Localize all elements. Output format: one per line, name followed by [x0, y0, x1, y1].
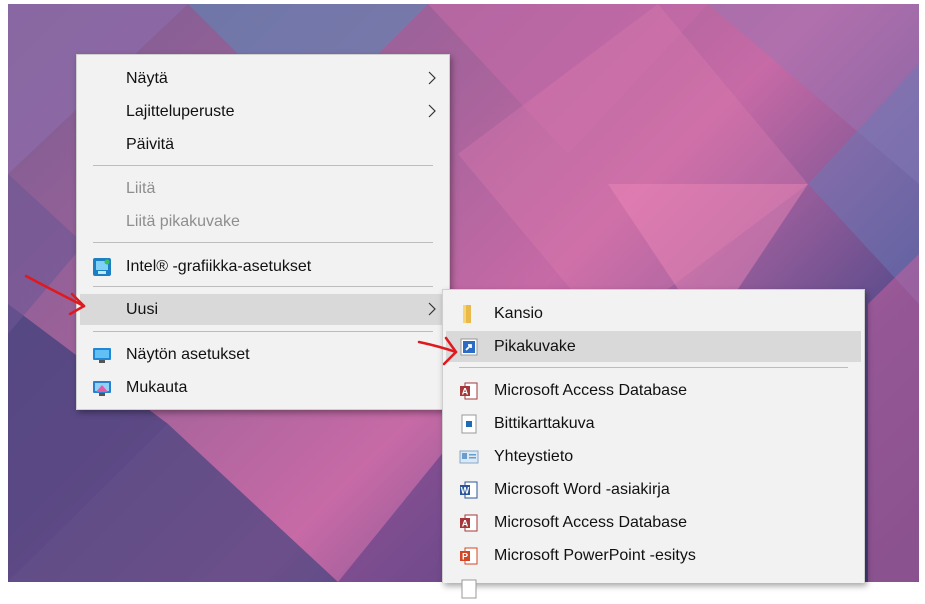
red-annotation-arrow-icon [24, 274, 86, 316]
menu-item-label: Liitä pikakuvake [126, 213, 240, 230]
submenu-item-folder[interactable]: Kansio [446, 298, 861, 329]
contact-icon [459, 450, 479, 464]
menu-item-new[interactable]: Uusi [80, 294, 446, 325]
menu-item-sort-by[interactable]: Lajitteluperuste [80, 96, 446, 127]
menu-separator [93, 165, 433, 166]
menu-separator [93, 242, 433, 243]
submenu-item-label: Kansio [494, 305, 543, 322]
personalize-icon [93, 381, 111, 396]
submenu-item-label: Microsoft Word -asiakirja [494, 481, 670, 498]
powerpoint-presentation-icon: P [460, 547, 478, 565]
submenu-item-label: Microsoft PowerPoint -esitys [494, 547, 696, 564]
menu-item-label: Liitä [126, 180, 156, 197]
submenu-item-label: Microsoft Access Database [494, 514, 687, 531]
submenu-item-access-database[interactable]: A Microsoft Access Database [446, 507, 861, 538]
submenu-item-label: Microsoft Access Database [494, 382, 687, 399]
display-settings-icon [93, 348, 111, 363]
svg-text:P: P [462, 552, 468, 562]
submenu-item-access-database[interactable]: A Microsoft Access Database [446, 375, 861, 406]
submenu-item-bitmap-image[interactable]: Bittikarttakuva [446, 408, 861, 439]
menu-separator [93, 286, 433, 287]
submenu-item-word-document[interactable]: W Microsoft Word -asiakirja [446, 474, 861, 505]
menu-item-paste[interactable]: Liitä [80, 173, 446, 204]
menu-item-label: Uusi [126, 301, 159, 318]
menu-item-label: Lajitteluperuste [126, 103, 235, 120]
submenu-item-shortcut[interactable]: Pikakuvake [446, 331, 861, 362]
folder-icon [463, 305, 471, 323]
submenu-item-contact[interactable]: Yhteystieto [446, 441, 861, 472]
submenu-item-label: Bittikarttakuva [494, 415, 595, 432]
submenu-item-label: Pikakuvake [494, 338, 576, 355]
menu-item-label: Intel® -grafiikka-asetukset [126, 258, 312, 275]
access-database-icon: A [460, 514, 478, 532]
menu-item-label: Näytä [126, 70, 168, 87]
menu-item-view[interactable]: Näytä [80, 63, 446, 94]
word-document-icon: W [460, 481, 478, 499]
svg-text:A: A [462, 387, 469, 397]
submenu-item-powerpoint-presentation[interactable]: P Microsoft PowerPoint -esitys [446, 540, 861, 571]
document-icon [461, 579, 477, 599]
submenu-item-label: Yhteystieto [494, 448, 574, 465]
chevron-right-icon [428, 302, 436, 316]
chevron-right-icon [428, 104, 436, 118]
shortcut-icon [460, 338, 478, 356]
menu-separator [93, 331, 433, 332]
bitmap-image-icon [461, 414, 477, 434]
red-annotation-arrow-icon [417, 336, 458, 366]
svg-text:A: A [462, 519, 469, 529]
submenu-item-partial[interactable] [446, 573, 861, 604]
menu-item-label: Mukauta [126, 379, 188, 396]
menu-separator [459, 367, 848, 368]
menu-item-paste-shortcut[interactable]: Liitä pikakuvake [80, 206, 446, 237]
menu-item-personalize[interactable]: Mukauta [80, 372, 446, 403]
menu-item-label: Päivitä [126, 136, 175, 153]
svg-text:W: W [461, 486, 470, 496]
menu-item-intel-graphics-settings[interactable]: Intel® -grafiikka-asetukset [80, 251, 446, 282]
access-database-icon: A [460, 382, 478, 400]
menu-item-label: Näytön asetukset [126, 346, 250, 363]
new-submenu: Kansio Pikakuvake A Microsoft Access Dat… [442, 289, 865, 599]
menu-item-refresh[interactable]: Päivitä [80, 129, 446, 160]
desktop-context-menu: Näytä Lajitteluperuste Päivitä Liitä Lii… [76, 54, 450, 410]
menu-item-display-settings[interactable]: Näytön asetukset [80, 339, 446, 370]
chevron-right-icon [428, 71, 436, 85]
